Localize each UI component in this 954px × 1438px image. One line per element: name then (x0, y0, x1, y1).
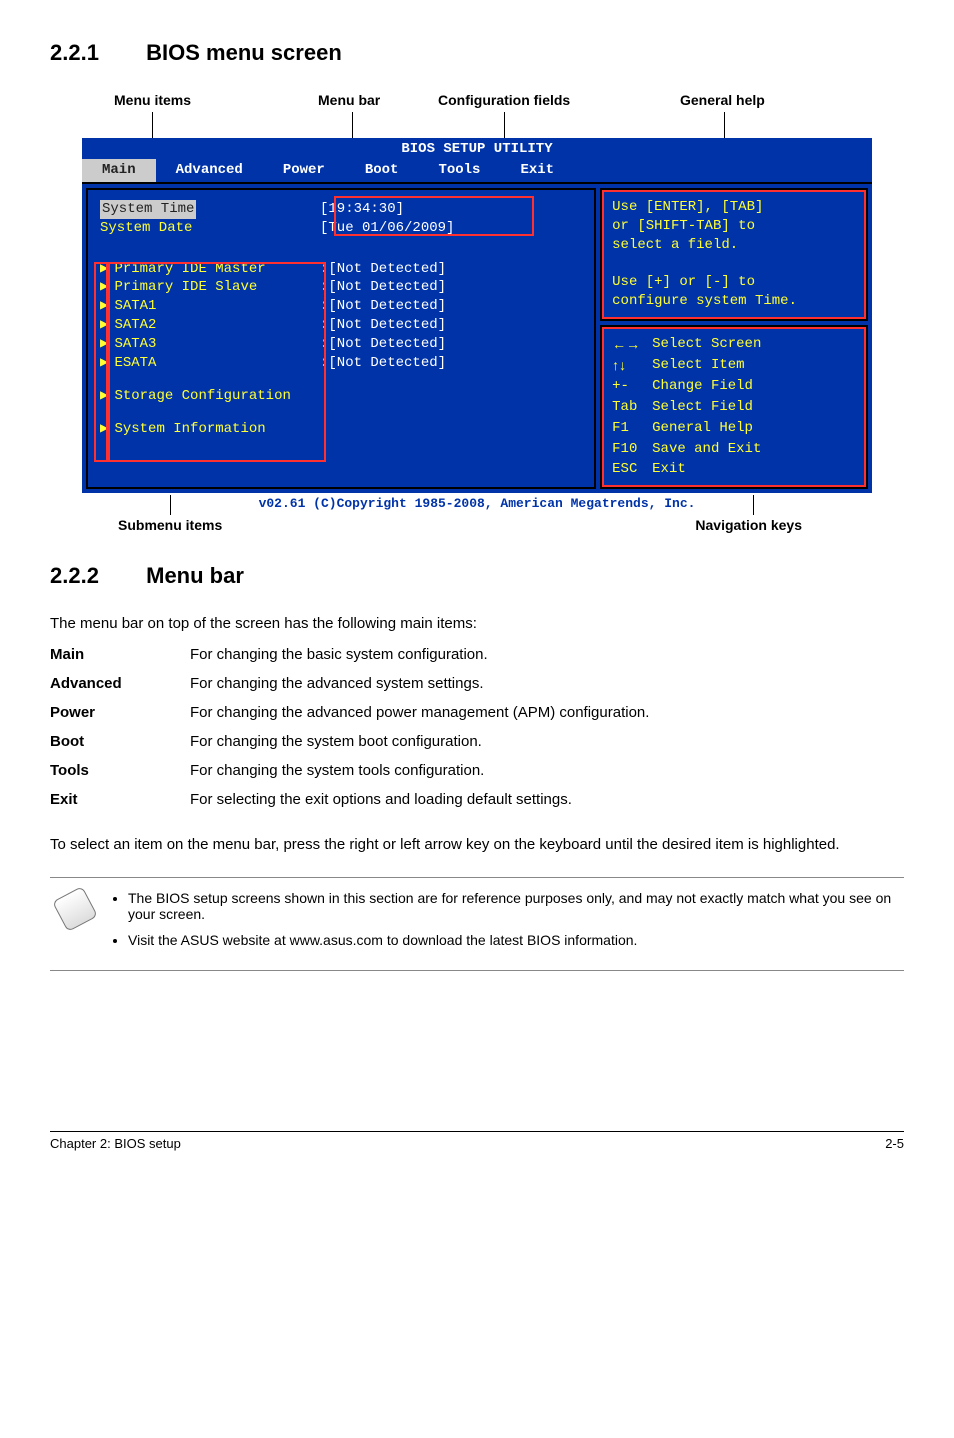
footer-right: 2-5 (885, 1136, 904, 1151)
section-heading-1: 2.2.1 BIOS menu screen (50, 40, 904, 66)
section-num-1: 2.2.1 (50, 40, 140, 66)
callout-submenu-items (94, 262, 108, 462)
opt-desc: For changing the advanced power manageme… (190, 698, 667, 727)
para-after: To select an item on the menu bar, press… (50, 836, 904, 853)
system-date-label: System Date (100, 219, 320, 238)
callout-config-fields (334, 196, 534, 236)
callout-menu-items (108, 262, 326, 462)
desc: Save and Exit (652, 440, 856, 459)
key: ←→ (612, 335, 652, 354)
annot-submenu-items: Submenu items (118, 517, 222, 533)
opt-key: Boot (50, 727, 190, 756)
opt-key: Tools (50, 756, 190, 785)
desc: Select Field (652, 398, 856, 417)
annot-general-help: General help (680, 92, 765, 108)
help-line: Use [+] or [-] to (612, 273, 856, 292)
note-item: The BIOS setup screens shown in this sec… (128, 890, 894, 922)
annot-menu-items: Menu items (114, 92, 191, 108)
pencil-icon (52, 886, 98, 932)
row-val: :[Not Detected] (320, 335, 446, 354)
bios-help-keys: ←→Select Screen ↑↓Select Item +-Change F… (600, 325, 868, 489)
bios-tab-power: Power (263, 159, 345, 182)
menubar-lead: The menu bar on top of the screen has th… (50, 615, 904, 632)
help-line: configure system Time. (612, 292, 856, 311)
bios-tab-tools: Tools (418, 159, 500, 182)
opt-desc: For changing the system boot configurati… (190, 727, 667, 756)
help-line (612, 254, 856, 273)
section-title-1: BIOS menu screen (146, 40, 342, 65)
system-time-label: System Time (100, 200, 196, 219)
key: ↑↓ (612, 356, 652, 375)
row-val: :[Not Detected] (320, 316, 446, 335)
desc: Select Item (652, 356, 856, 375)
opt-key: Advanced (50, 669, 190, 698)
opt-desc: For changing the basic system configurat… (190, 640, 667, 669)
section-heading-2: 2.2.2 Menu bar (50, 563, 904, 589)
opt-desc: For changing the system tools configurat… (190, 756, 667, 785)
row-val: :[Not Detected] (320, 278, 446, 297)
desc: General Help (652, 419, 856, 438)
desc: Select Screen (652, 335, 856, 354)
annotation-top-row: Menu items Menu bar Configuration fields… (82, 92, 872, 138)
row-val: :[Not Detected] (320, 260, 446, 279)
section-num-2: 2.2.2 (50, 563, 140, 589)
note-item: Visit the ASUS website at www.asus.com t… (128, 932, 894, 948)
bios-title: BIOS SETUP UTILITY (82, 138, 872, 159)
bios-tabs: Main Advanced Power Boot Tools Exit (82, 159, 872, 184)
annot-menu-bar: Menu bar (318, 92, 380, 108)
annot-nav-keys: Navigation keys (695, 517, 802, 533)
note-box: The BIOS setup screens shown in this sec… (50, 877, 904, 971)
key: ESC (612, 460, 652, 479)
page-footer: Chapter 2: BIOS setup 2-5 (50, 1131, 904, 1151)
help-line: select a field. (612, 236, 856, 255)
row-val: :[Not Detected] (320, 354, 446, 373)
footer-left: Chapter 2: BIOS setup (50, 1136, 181, 1151)
bios-right-pane: Use [ENTER], [TAB] or [SHIFT-TAB] to sel… (600, 188, 868, 490)
bios-left-pane: System Time [19:34:30] System Date [Tue … (86, 188, 596, 490)
bios-tab-boot: Boot (345, 159, 419, 182)
row-val: :[Not Detected] (320, 297, 446, 316)
bios-tab-advanced: Advanced (156, 159, 263, 182)
key: Tab (612, 398, 652, 417)
desc: Exit (652, 460, 856, 479)
opt-desc: For selecting the exit options and loadi… (190, 785, 667, 814)
opt-desc: For changing the advanced system setting… (190, 669, 667, 698)
key: +- (612, 377, 652, 396)
section-title-2: Menu bar (146, 563, 244, 588)
bios-help-top: Use [ENTER], [TAB] or [SHIFT-TAB] to sel… (600, 188, 868, 321)
help-line: or [SHIFT-TAB] to (612, 217, 856, 236)
opt-key: Exit (50, 785, 190, 814)
opt-key: Power (50, 698, 190, 727)
help-line: Use [ENTER], [TAB] (612, 198, 856, 217)
key: F10 (612, 440, 652, 459)
bios-box: BIOS SETUP UTILITY Main Advanced Power B… (82, 138, 872, 515)
key: F1 (612, 419, 652, 438)
opt-key: Main (50, 640, 190, 669)
annot-config-fields: Configuration fields (438, 92, 570, 108)
options-table: MainFor changing the basic system config… (50, 640, 667, 814)
desc: Change Field (652, 377, 856, 396)
bios-tab-exit: Exit (500, 159, 574, 182)
bios-tab-main: Main (82, 159, 156, 182)
